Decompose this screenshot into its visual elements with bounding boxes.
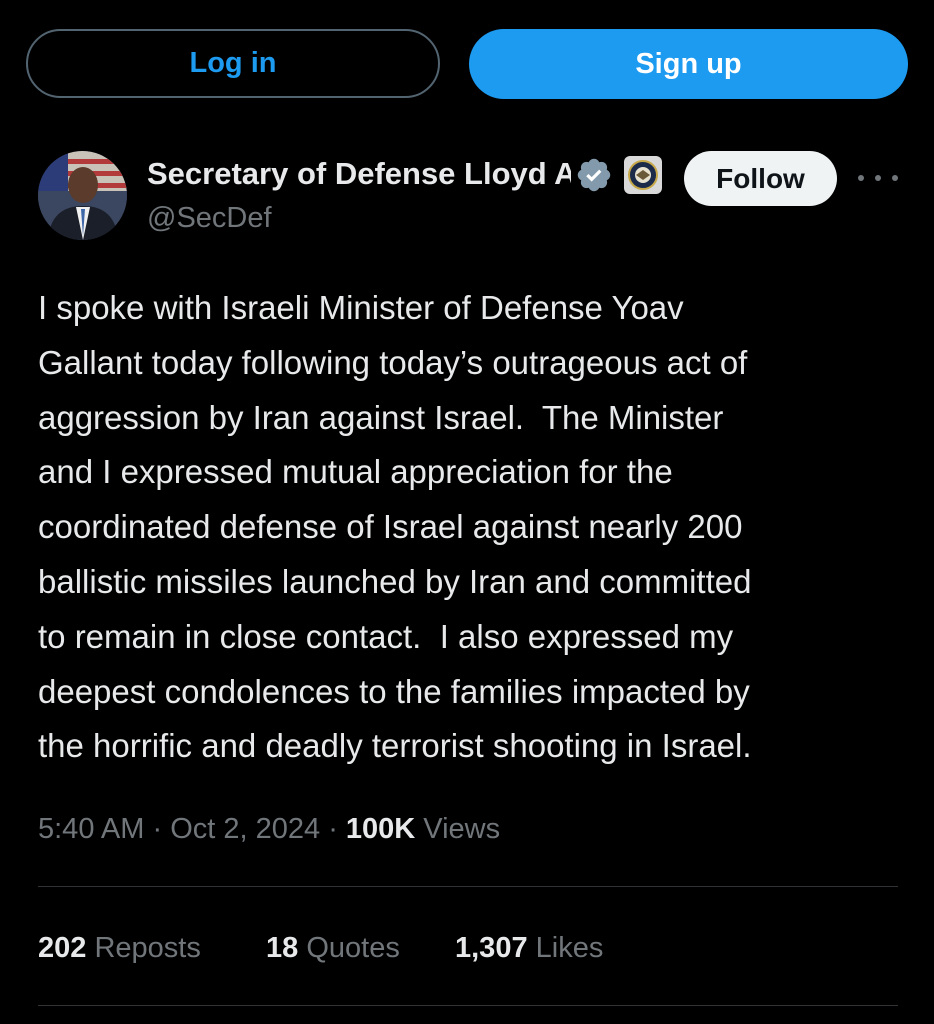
dod-seal-icon[interactable] xyxy=(624,156,662,194)
reposts-stat[interactable]: 202 Reposts xyxy=(38,928,201,968)
reposts-count: 202 xyxy=(38,932,87,964)
likes-label: Likes xyxy=(535,932,604,964)
divider xyxy=(38,1005,898,1006)
reposts-label: Reposts xyxy=(94,932,201,964)
login-button[interactable]: Log in xyxy=(26,29,440,98)
quotes-stat[interactable]: 18 Quotes xyxy=(266,928,400,968)
views-label: Views xyxy=(423,813,501,845)
quotes-count: 18 xyxy=(266,932,299,964)
likes-count: 1,307 xyxy=(455,932,528,964)
dot xyxy=(858,175,864,181)
quotes-label: Quotes xyxy=(306,932,400,964)
views-count: 100K xyxy=(345,813,416,845)
author-display-name[interactable]: Secretary of Defense Lloyd Austin xyxy=(147,155,571,193)
more-options-icon[interactable] xyxy=(858,166,898,190)
dot xyxy=(892,175,898,181)
dot xyxy=(875,175,881,181)
author-handle[interactable]: @SecDef xyxy=(147,200,272,236)
avatar-image xyxy=(38,151,127,240)
likes-stat[interactable]: 1,307 Likes xyxy=(455,928,603,968)
tweet-date[interactable]: Oct 2, 2024 xyxy=(170,813,320,845)
avatar[interactable] xyxy=(38,151,127,240)
follow-button[interactable]: Follow xyxy=(684,151,837,206)
tweet-time[interactable]: 5:40 AM xyxy=(38,813,144,845)
tweet-meta: 5:40 AM · Oct 2, 2024 · 100K Views xyxy=(38,809,500,849)
verified-badge-icon xyxy=(575,156,613,194)
divider xyxy=(38,886,898,887)
separator-dot: · xyxy=(328,813,346,845)
tweet-page: Log in Sign up Secretary of Defense Lloy… xyxy=(0,0,934,1024)
signup-button[interactable]: Sign up xyxy=(469,29,908,99)
tweet-text: I spoke with Israeli Minister of Defense… xyxy=(38,289,752,765)
separator-dot: · xyxy=(152,813,171,845)
